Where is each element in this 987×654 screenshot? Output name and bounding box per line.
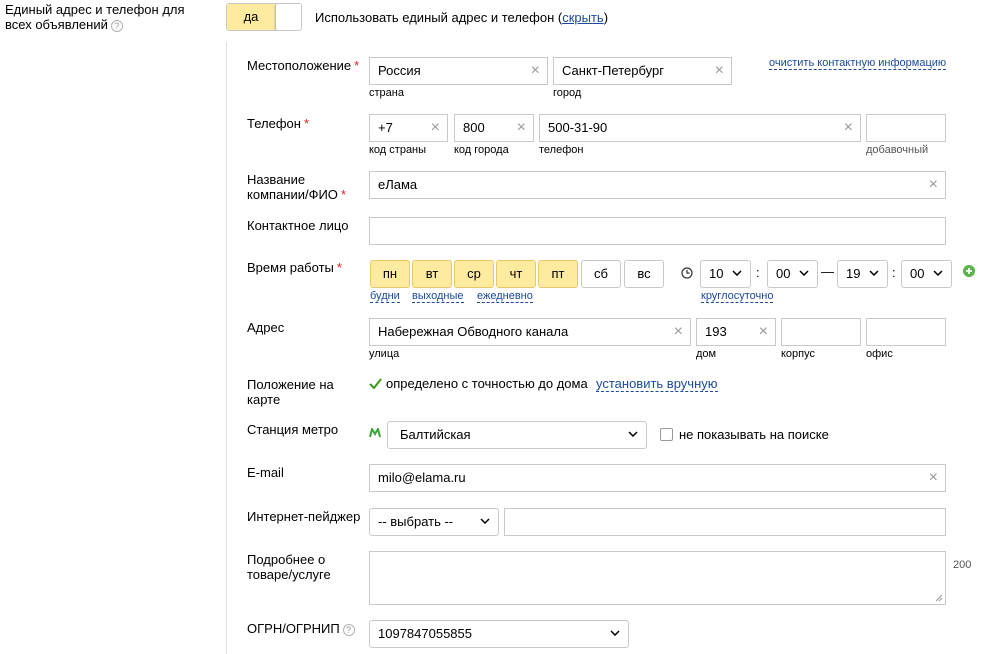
day-thu-button[interactable]: чт [496,260,536,288]
hide-on-search-label: не показывать на поиске [679,427,829,442]
plus-circle-icon[interactable] [963,265,975,277]
char-counter: 200 [953,559,972,571]
toggle-on-label: да [227,4,275,30]
chevron-down-icon [480,518,490,524]
clear-icon[interactable]: × [531,58,540,84]
city-caption: город [553,87,582,99]
company-input[interactable]: еЛама × [369,171,946,199]
ogrn-select[interactable]: 1097847055855 [369,620,629,648]
phone-caption: телефон [539,144,584,156]
office-input[interactable] [866,318,946,346]
address-label: Адрес [247,320,285,335]
country-input[interactable]: Россия × [369,57,548,85]
clock-icon [681,267,693,279]
chevron-down-icon [732,270,742,276]
to-hour-select[interactable]: 19 [837,260,888,288]
building-caption: корпус [781,348,816,360]
contact-input[interactable] [369,217,946,245]
chevron-down-icon [933,270,943,276]
metro-label: Станция метро [247,422,339,437]
pager-label: Интернет-пейджер [247,509,361,524]
toggle-knob [275,4,301,30]
metro-select[interactable]: Балтийская [387,421,647,449]
company-label: Название компании/ФИО * [247,172,346,202]
city-code-caption: код города [454,144,509,156]
to-minute-select[interactable]: 00 [901,260,952,288]
metro-icon [369,428,381,438]
house-caption: дом [696,348,717,360]
country-caption: страна [369,87,404,99]
email-input[interactable]: milo@elama.ru × [369,464,946,492]
chevron-down-icon [799,270,809,276]
round-the-clock-link[interactable]: круглосуточно [701,290,774,303]
from-minute-select[interactable]: 00 [767,260,818,288]
phone-label: Телефон * [247,116,309,131]
map-label: Положение на карте [247,377,334,407]
email-label: E-mail [247,465,284,480]
resize-handle-icon[interactable] [935,594,943,602]
street-caption: улица [369,348,400,360]
chevron-down-icon [869,270,879,276]
house-input[interactable]: 193 × [696,318,776,346]
contact-label: Контактное лицо [247,218,349,233]
hide-on-search-checkbox[interactable] [660,428,673,441]
country-code-caption: код страны [369,144,427,156]
day-sun-button[interactable]: вс [624,260,664,288]
daily-link[interactable]: ежедневно [477,290,533,303]
unified-address-text: Использовать единый адрес и телефон (скр… [315,10,609,25]
details-textarea[interactable] [369,551,946,605]
phone-ext-input[interactable] [866,114,946,142]
pager-input[interactable] [504,508,946,536]
check-icon [369,378,382,389]
clear-contact-link[interactable]: очистить контактную информацию [769,57,947,70]
map-status: определено с точностью до дома [386,376,588,391]
weekends-link[interactable]: выходные [412,290,464,303]
details-label: Подробнее о товаре/услуге [247,552,331,582]
ext-caption: добавочный [866,144,929,156]
chevron-down-icon [628,431,638,437]
day-sat-button[interactable]: сб [581,260,621,288]
street-input[interactable]: Набережная Обводного канала × [369,318,691,346]
set-manually-link[interactable]: установить вручную [596,376,718,392]
phone-city-code-input[interactable]: 800 × [454,114,534,142]
from-hour-select[interactable]: 10 [700,260,751,288]
phone-country-code-input[interactable]: +7 × [369,114,448,142]
time-dash: — [821,264,834,279]
day-wed-button[interactable]: ср [454,260,494,288]
unified-address-label: Единый адрес и телефон для всех объявлен… [5,2,185,32]
phone-number-input[interactable]: 500-31-90 × [539,114,861,142]
hours-label: Время работы * [247,260,342,275]
day-mon-button[interactable]: пн [370,260,410,288]
clear-icon[interactable]: × [715,58,724,84]
help-icon[interactable]: ? [342,624,355,636]
pager-type-select[interactable]: -- выбрать -- [369,508,499,536]
hide-link[interactable]: скрыть [562,10,604,25]
clear-icon[interactable]: × [929,465,938,491]
time-colon: : [892,265,896,280]
weekdays-link[interactable]: будни [370,290,400,303]
clear-icon[interactable]: × [674,319,683,345]
building-input[interactable] [781,318,861,346]
city-input[interactable]: Санкт-Петербург × [553,57,732,85]
clear-icon[interactable]: × [517,115,526,141]
unified-address-toggle[interactable]: да [226,3,302,31]
day-tue-button[interactable]: вт [412,260,452,288]
day-fri-button[interactable]: пт [538,260,578,288]
clear-icon[interactable]: × [431,115,440,141]
time-colon: : [756,265,760,280]
clear-icon[interactable]: × [844,115,853,141]
help-icon[interactable]: ? [110,20,123,32]
clear-icon[interactable]: × [759,319,768,345]
section-divider [226,42,227,654]
clear-icon[interactable]: × [929,172,938,198]
office-caption: офис [866,348,893,360]
ogrn-label: ОГРН/ОГРНИП? [247,621,355,636]
chevron-down-icon [610,630,620,636]
location-label: Местоположение * [247,58,360,73]
